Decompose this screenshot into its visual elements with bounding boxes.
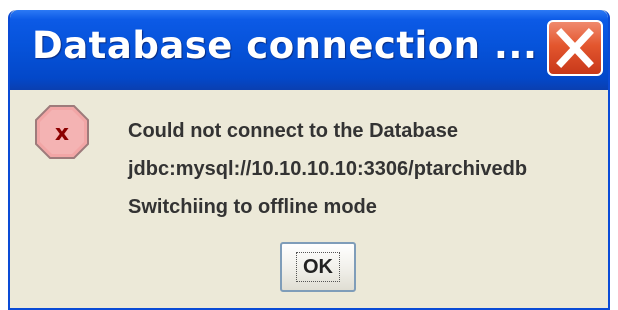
close-icon (556, 28, 594, 68)
message-line-2: jdbc:mysql://10.10.10.10:3306/ptarchived… (128, 158, 528, 180)
message-line-1: Could not connect to the Database (128, 120, 459, 142)
ok-button[interactable]: OK (280, 242, 356, 292)
close-button[interactable] (547, 20, 603, 76)
title-bar[interactable]: Database connection ... (10, 10, 608, 90)
ok-button-label: OK (296, 252, 340, 282)
svg-text:x: x (55, 121, 69, 146)
dialog-content: x Could not connect to the Database jdbc… (10, 90, 608, 308)
error-icon: x (32, 102, 92, 162)
error-message: Could not connect to the Database jdbc:m… (128, 112, 527, 226)
dialog-window: Database connection ... x Could not conn… (8, 10, 610, 310)
window-title: Database connection ... (32, 24, 538, 67)
message-line-3: Switchiing to offline mode (128, 196, 377, 218)
